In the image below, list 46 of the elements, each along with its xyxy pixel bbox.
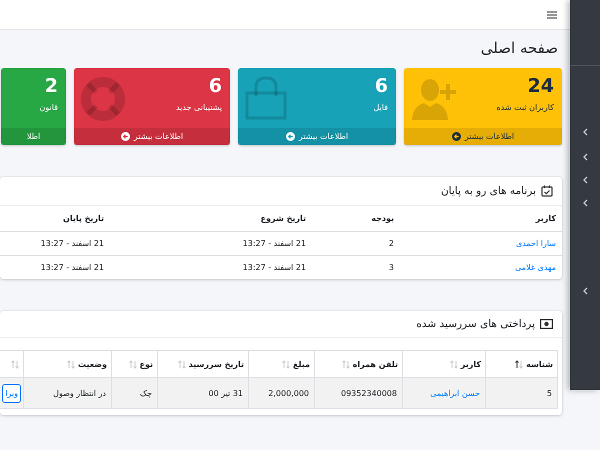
edit-button[interactable]: ویرا [2,384,21,402]
chevron-icon[interactable] [582,128,588,136]
calendar-check-icon [541,185,553,197]
chevron-icon[interactable] [582,153,588,161]
menu-icon[interactable] [547,10,557,18]
money-icon [540,319,553,329]
user-link[interactable]: حسن ابراهیمی [430,388,480,398]
table-cell: 21 اسفند - 13:27 [40,263,104,272]
stat-value: 6 [208,74,222,98]
table-cell: 3 [388,263,394,272]
table-cell: 21 اسفند - 13:27 [242,239,306,248]
table-cell: در انتظار وصول [53,388,106,398]
table-cell: 5 [546,388,552,398]
column-header: بودجه [312,206,400,232]
stat-label: پشتیبانی جدید [176,103,222,112]
chevron-icon[interactable] [582,287,588,295]
more-info-link[interactable]: اطلاعات بیشتر [74,128,230,145]
more-info-link[interactable]: اطلاعات بیشتر [238,128,396,145]
column-header[interactable]: شناسه [486,350,558,378]
table-cell: چک [140,388,152,398]
table-cell: 31 تیر 00 [208,388,243,398]
lifebuoy-icon [80,76,126,122]
stat-value: 24 [526,74,554,98]
shopping-bag-icon [244,76,288,120]
column-header: کاربر [400,206,562,232]
column-header: تاریخ شروع [110,206,312,232]
table-cell: 2 [388,239,394,248]
column-header: تاریخ پایان [0,206,110,232]
user-link[interactable]: مهدی غلامی [515,263,556,272]
stat-value: 2 [44,74,58,98]
page-title: صفحه اصلی [480,38,559,59]
table-cell: 21 اسفند - 13:27 [40,239,104,248]
chevron-icon[interactable] [582,199,588,207]
table-cell: 21 اسفند - 13:27 [242,263,306,272]
user-link[interactable]: سارا احمدی [516,239,556,248]
stat-label: فایل [373,103,388,112]
card-title: برنامه های رو به پایان [440,185,536,197]
stat-label: قانون [40,103,58,112]
stat-value: 6 [374,74,388,98]
chevron-icon[interactable] [582,176,588,184]
card-title: پرداختی های سررسید شده [416,318,535,330]
more-info-link[interactable]: اطلا [1,128,66,145]
table-cell: 09352340008 [341,388,397,398]
table-cell: 2,000,000 [268,388,309,398]
more-info-link[interactable]: اطلاعات بیشتر [404,128,562,145]
stat-label: کاربران ثبت شده [496,103,554,112]
